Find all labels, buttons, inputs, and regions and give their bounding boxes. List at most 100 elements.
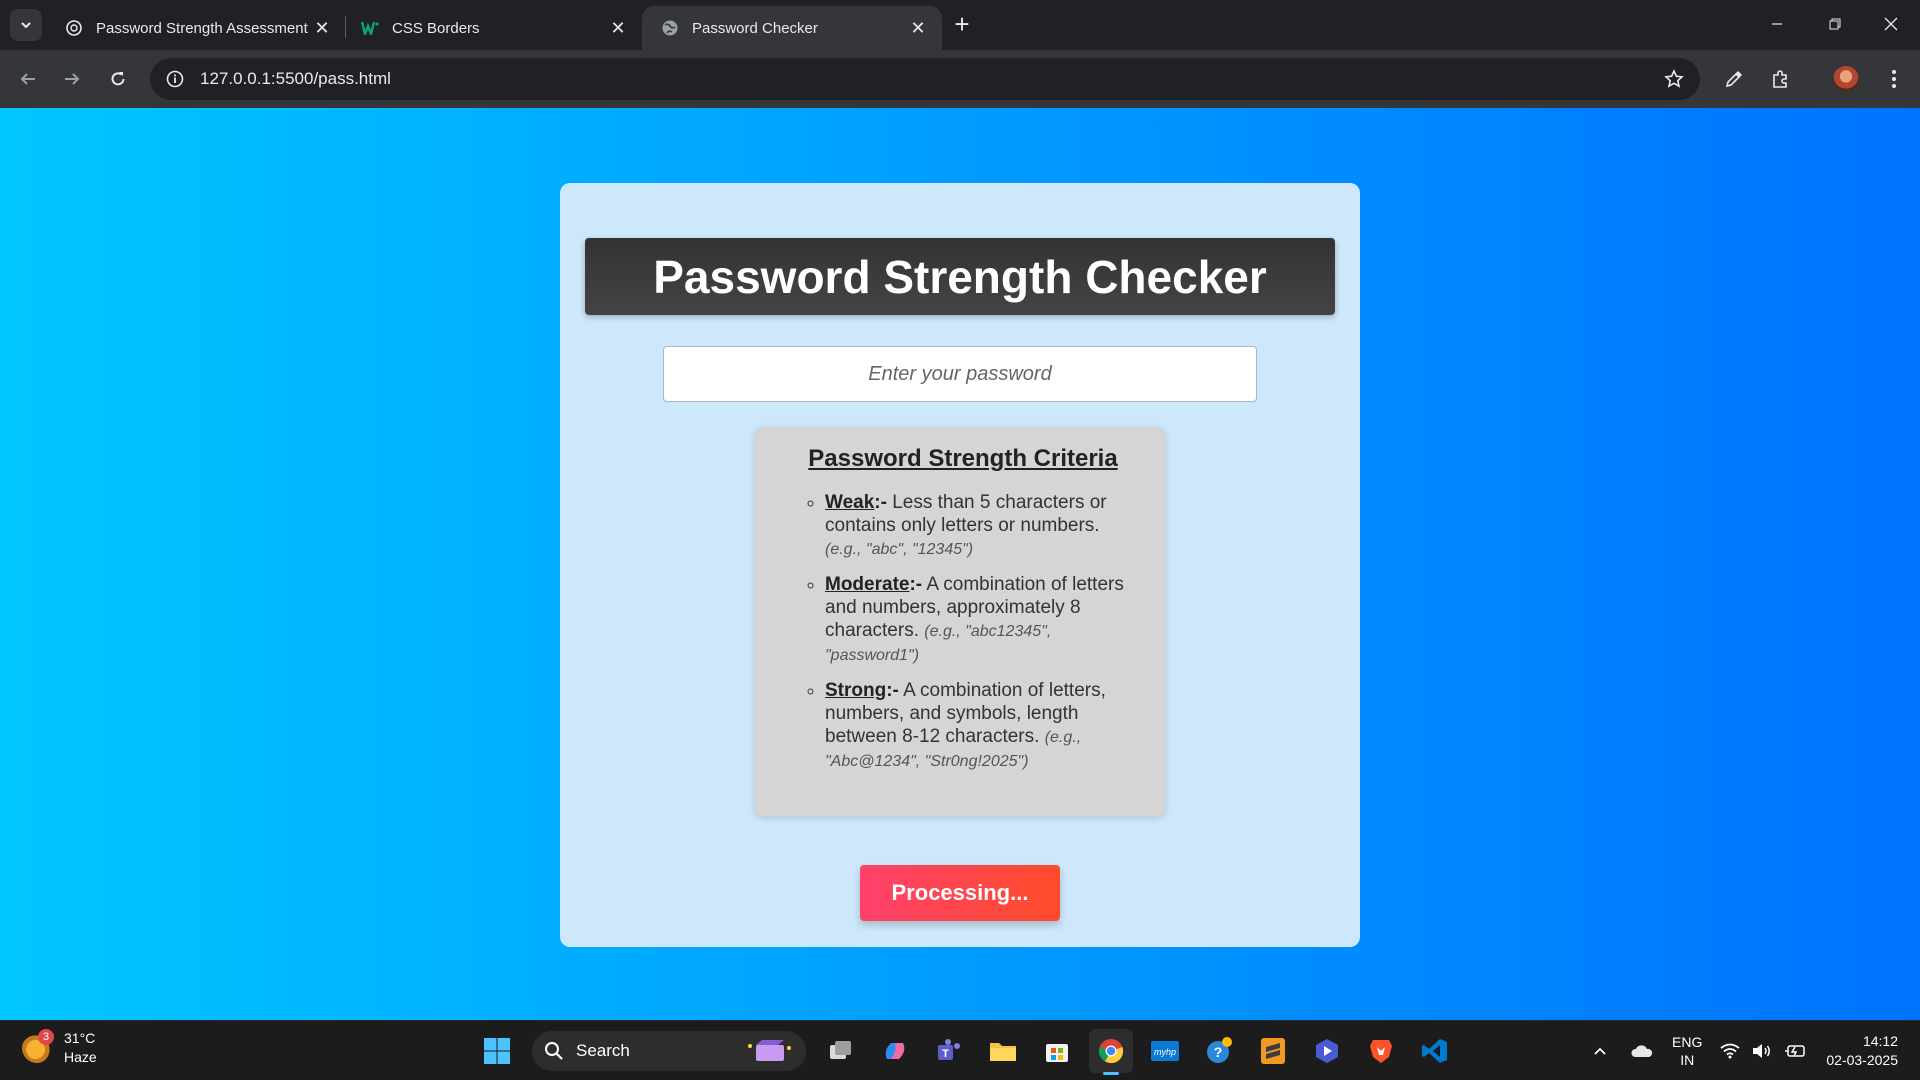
criteria-example: (e.g., "abc", "12345") — [825, 541, 974, 558]
restore-icon — [1829, 18, 1841, 30]
chrome-icon — [1098, 1039, 1124, 1064]
language-indicator[interactable]: ENG IN — [1672, 1033, 1702, 1069]
kebab-menu-icon — [1892, 70, 1896, 88]
extensions-icon[interactable] — [1762, 61, 1798, 97]
task-view-button[interactable] — [819, 1029, 863, 1073]
sublime-text-icon — [1261, 1038, 1285, 1064]
weather-haze-icon: 3 — [22, 1029, 54, 1063]
browser-toolbar: 127.0.0.1:5500/pass.html — [0, 50, 1920, 108]
volume-icon[interactable] — [1752, 1043, 1772, 1059]
site-info-icon[interactable] — [154, 58, 196, 100]
windows-icon — [484, 1038, 510, 1064]
close-icon[interactable]: ✕ — [606, 16, 630, 40]
system-tray: ENG IN 14:12 02-03-2025 — [1586, 1021, 1920, 1080]
forward-button[interactable] — [54, 61, 90, 97]
taskbar-search[interactable]: Search — [532, 1031, 806, 1071]
teams-icon: T — [938, 1039, 960, 1060]
tab-search-button[interactable] — [10, 9, 42, 41]
brave-button[interactable] — [1359, 1029, 1403, 1073]
search-label: Search — [576, 1041, 630, 1060]
criteria-level: Strong — [825, 680, 887, 701]
media-player-button[interactable] — [1305, 1029, 1349, 1073]
start-button[interactable] — [475, 1029, 519, 1073]
password-input[interactable] — [663, 346, 1257, 402]
arrow-right-icon — [65, 73, 80, 85]
new-tab-button[interactable]: + — [948, 11, 976, 39]
teams-button[interactable]: T — [927, 1029, 971, 1073]
openai-icon — [64, 18, 84, 38]
help-icon: ? — [1207, 1037, 1232, 1063]
criteria-separator: :- — [909, 574, 923, 595]
criteria-separator: :- — [886, 680, 899, 701]
sublime-text-button[interactable] — [1251, 1029, 1295, 1073]
onedrive-icon[interactable] — [1630, 1043, 1654, 1059]
tab-title: Password Strength Assessment — [96, 19, 308, 37]
criteria-box: Password Strength Criteria Weak:- Less t… — [755, 427, 1165, 816]
vscode-icon — [1422, 1039, 1447, 1063]
svg-text:myhp: myhp — [1154, 1047, 1176, 1057]
copilot-button[interactable] — [873, 1029, 917, 1073]
criteria-item-moderate: Moderate:- A combination of letters and … — [825, 573, 1141, 667]
search-highlight-icon — [748, 1040, 791, 1061]
media-player-icon — [1316, 1039, 1338, 1063]
reload-icon — [111, 72, 125, 86]
close-window-button[interactable] — [1862, 0, 1920, 48]
page-viewport: Password Strength Checker Password Stren… — [0, 108, 1920, 1020]
bookmark-star-icon[interactable] — [1654, 59, 1694, 99]
page-title: Password Strength Checker — [585, 238, 1335, 315]
tab-css-borders[interactable]: CSS Borders ✕ — [342, 6, 642, 50]
svg-text:?: ? — [1214, 1044, 1223, 1060]
chevron-up-icon — [1594, 1047, 1606, 1055]
weather-widget[interactable]: 3 31°C Haze — [22, 1029, 97, 1067]
system-clock[interactable]: 14:12 02-03-2025 — [1826, 1032, 1898, 1070]
minimize-icon — [1772, 23, 1782, 25]
tab-password-strength-assessment[interactable]: Password Strength Assessment ✕ — [46, 6, 346, 50]
vscode-button[interactable] — [1413, 1029, 1457, 1073]
profile-avatar[interactable] — [1828, 61, 1864, 97]
help-button[interactable]: ? — [1197, 1029, 1241, 1073]
microsoft-store-button[interactable] — [1035, 1029, 1079, 1073]
taskbar-apps: Search T myhp ? — [470, 1025, 1462, 1077]
close-icon[interactable]: ✕ — [310, 16, 334, 40]
copilot-icon — [885, 1043, 905, 1059]
eyedropper-icon[interactable] — [1716, 61, 1752, 97]
myhp-icon: myhp — [1151, 1041, 1179, 1061]
reload-button[interactable] — [100, 61, 136, 97]
w3schools-icon — [360, 18, 380, 38]
task-view-icon — [830, 1041, 851, 1059]
taskbar: 3 31°C Haze Search T myhp ? ENG IN 14:12… — [0, 1020, 1920, 1080]
brave-icon — [1370, 1040, 1392, 1063]
close-icon[interactable]: ✕ — [906, 16, 930, 40]
language-code: ENG — [1672, 1034, 1703, 1050]
tab-title: CSS Borders — [392, 19, 480, 37]
store-icon — [1046, 1044, 1068, 1062]
clock-date: 02-03-2025 — [1826, 1052, 1898, 1068]
minimize-button[interactable] — [1748, 0, 1806, 48]
show-hidden-icons-button[interactable] — [1592, 1043, 1608, 1059]
tab-password-checker[interactable]: Password Checker ✕ — [642, 6, 942, 50]
criteria-level: Moderate — [825, 574, 910, 595]
myhp-button[interactable]: myhp — [1143, 1029, 1187, 1073]
criteria-title: Password Strength Criteria — [808, 445, 1118, 472]
file-explorer-button[interactable] — [981, 1029, 1025, 1073]
chrome-button[interactable] — [1089, 1029, 1133, 1075]
criteria-item-weak: Weak:- Less than 5 characters or contain… — [825, 491, 1141, 561]
arrow-left-icon — [20, 73, 35, 85]
search-icon — [545, 1042, 563, 1060]
criteria-separator: :- — [874, 492, 887, 513]
restore-button[interactable] — [1806, 0, 1864, 48]
processing-button[interactable]: Processing... — [860, 865, 1060, 921]
weather-condition: Haze — [64, 1049, 97, 1065]
menu-button[interactable] — [1876, 61, 1912, 97]
back-button[interactable] — [10, 61, 46, 97]
wifi-icon[interactable] — [1720, 1043, 1740, 1059]
criteria-item-strong: Strong:- A combination of letters, numbe… — [825, 679, 1141, 773]
tab-strip: Password Strength Assessment ✕ CSS Borde… — [0, 0, 1920, 50]
close-icon — [1884, 17, 1898, 31]
clock-time: 14:12 — [1862, 1033, 1898, 1049]
region-code: IN — [1680, 1052, 1695, 1068]
battery-icon[interactable] — [1784, 1043, 1806, 1059]
url-text: 127.0.0.1:5500/pass.html — [200, 69, 391, 88]
address-bar[interactable]: 127.0.0.1:5500/pass.html — [150, 58, 1700, 100]
notification-badge: 3 — [38, 1029, 54, 1045]
